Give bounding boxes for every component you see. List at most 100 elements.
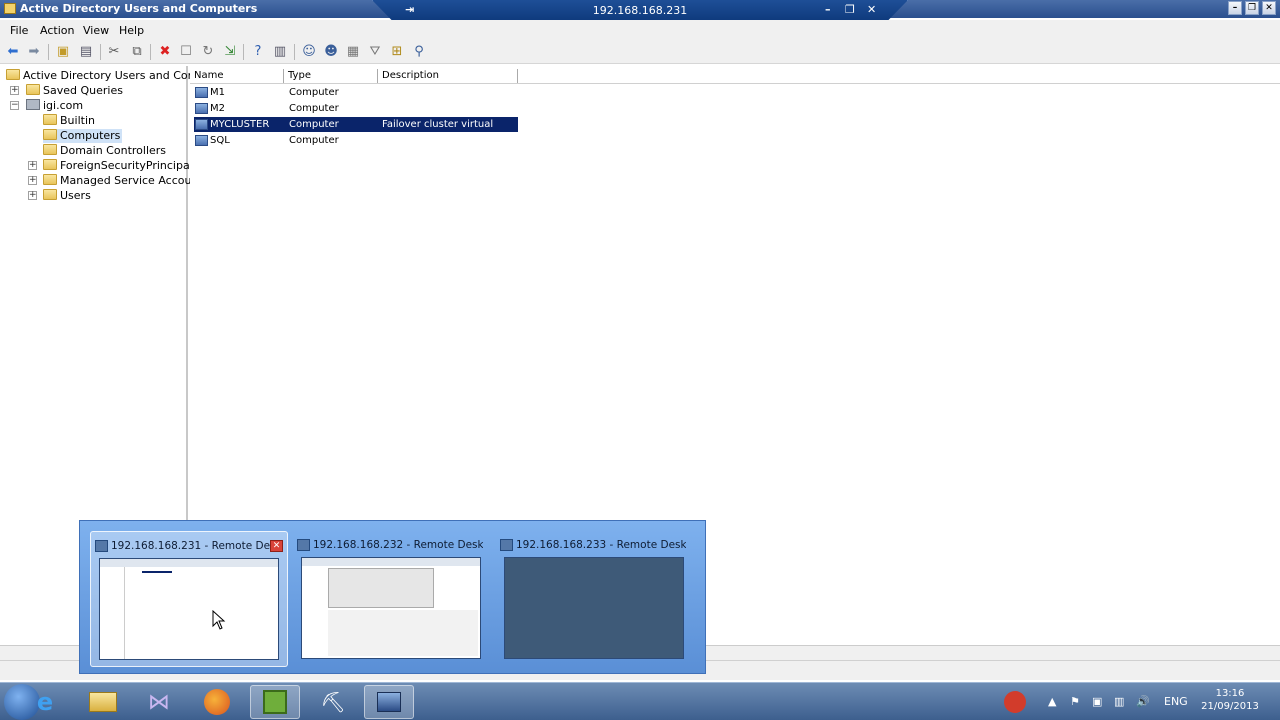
- find-icon[interactable]: ⚲: [411, 44, 427, 60]
- tree-item-domain[interactable]: igi.com: [26, 99, 83, 113]
- folder-icon: [43, 114, 57, 125]
- cell-type: Computer: [289, 103, 339, 114]
- new-user-icon[interactable]: ☺: [301, 44, 317, 60]
- firefox-icon[interactable]: [192, 685, 242, 719]
- expand-icon[interactable]: +: [28, 176, 37, 185]
- visual-studio-icon[interactable]: ⋈: [134, 685, 184, 719]
- table-row-selected[interactable]: MYCLUSTER Computer Failover cluster virt…: [194, 117, 518, 145]
- menu-file[interactable]: File: [10, 24, 28, 37]
- remote-desktop-icon: [95, 540, 108, 552]
- tree-item-users[interactable]: Users: [43, 189, 91, 203]
- table-row[interactable]: SQL Computer: [194, 133, 518, 148]
- new-group-icon[interactable]: ☻: [323, 44, 339, 60]
- computer-icon: [195, 135, 208, 146]
- thumbnail-preview: [99, 558, 279, 660]
- folder-icon: [43, 144, 57, 155]
- internet-explorer-icon[interactable]: e: [20, 685, 70, 719]
- mouse-cursor-icon: [212, 610, 226, 630]
- tree-item-managed-service-accounts[interactable]: Managed Service Accounts: [43, 174, 208, 188]
- up-folder-icon[interactable]: ▣: [55, 44, 71, 60]
- add-to-group-icon[interactable]: ⊞: [389, 44, 405, 60]
- tree-item-saved-queries[interactable]: Saved Queries: [26, 84, 123, 98]
- action-center-flag-icon[interactable]: [990, 685, 1040, 719]
- properties-icon[interactable]: ☐: [178, 44, 194, 60]
- rdp-close-icon[interactable]: ✕: [867, 3, 876, 16]
- window-title: Active Directory Users and Computers: [20, 2, 258, 15]
- network-tray-icon[interactable]: ▣: [1092, 695, 1102, 708]
- minimize-icon[interactable]: –: [1228, 1, 1242, 15]
- tray-clock[interactable]: 13:16 21/09/2013: [1200, 687, 1260, 713]
- cell-name: SQL: [210, 135, 230, 146]
- server-tray-icon[interactable]: ▥: [1114, 695, 1124, 708]
- rdp-restore-icon[interactable]: ❐: [845, 3, 855, 16]
- tree-item-label: Domain Controllers: [60, 144, 167, 157]
- ad-app-icon: [4, 3, 16, 14]
- toolbar-separator: [100, 44, 101, 60]
- table-row[interactable]: M1 Computer: [194, 85, 518, 100]
- volume-icon[interactable]: 🔊: [1136, 695, 1150, 708]
- toolbar: ⬅ ➡ ▣ ▤ ✂ ⧉ ✖ ☐ ↻ ⇲ ? ▥ ☺ ☻ ▦ ⛛ ⊞ ⚲: [0, 40, 1280, 64]
- back-icon[interactable]: ⬅: [5, 44, 21, 60]
- toolbar-separator: [243, 44, 244, 60]
- menu-action[interactable]: Action: [40, 24, 74, 37]
- delete-icon[interactable]: ✖: [157, 44, 173, 60]
- expand-icon[interactable]: +: [10, 86, 19, 95]
- expand-icon[interactable]: +: [28, 191, 37, 200]
- computer-icon: [195, 103, 208, 114]
- thumbnail-title: 192.168.168.233 - Remote Deskt...: [516, 539, 686, 551]
- folder-icon: [43, 174, 57, 185]
- copy-icon[interactable]: ⧉: [129, 44, 145, 60]
- remote-desktop-icon[interactable]: [364, 685, 414, 719]
- cut-icon[interactable]: ✂: [106, 44, 122, 60]
- tree-item-computers[interactable]: Computers: [43, 129, 123, 143]
- tree-item-domain-controllers[interactable]: Domain Controllers: [43, 144, 166, 158]
- show-action-pane-icon[interactable]: ▥: [272, 44, 288, 60]
- rdp-minimize-icon[interactable]: –: [825, 3, 831, 16]
- taskbar-thumbnail-popup: 192.168.168.231 - Remote De... ✕ 192.168…: [79, 520, 706, 674]
- refresh-icon[interactable]: ↻: [200, 44, 216, 60]
- vsphere-client-icon[interactable]: [250, 685, 300, 719]
- preview-titlebar: [302, 558, 480, 566]
- cell-name: M2: [210, 103, 225, 114]
- thumbnail-rdp-233[interactable]: 192.168.168.233 - Remote Deskt...: [496, 531, 694, 667]
- tool-app-icon[interactable]: ⛏: [308, 685, 358, 719]
- preview-divider: [124, 567, 125, 659]
- help-icon[interactable]: ?: [250, 44, 266, 60]
- rdp-connection-bar: ⇥ 192.168.168.231 – ❐ ✕: [372, 0, 908, 22]
- flag-tray-icon[interactable]: ⚑: [1070, 695, 1080, 708]
- menu-view[interactable]: View: [83, 24, 109, 37]
- clock-date: 21/09/2013: [1201, 701, 1259, 712]
- table-row[interactable]: M2 Computer: [194, 101, 518, 116]
- close-icon[interactable]: ✕: [1262, 1, 1276, 15]
- new-ou-icon[interactable]: ▦: [345, 44, 361, 60]
- filter-icon[interactable]: ⛛: [367, 44, 383, 60]
- folder-icon: [43, 129, 57, 140]
- column-header-name[interactable]: Name: [190, 69, 284, 83]
- forward-icon[interactable]: ➡: [26, 44, 42, 60]
- file-explorer-icon[interactable]: [78, 685, 128, 719]
- remote-desktop-icon: [500, 539, 513, 551]
- collapse-icon[interactable]: −: [10, 101, 19, 110]
- tree-root[interactable]: Active Directory Users and Comput: [6, 69, 217, 83]
- tree-item-builtin[interactable]: Builtin: [43, 114, 95, 128]
- thumbnail-title: 192.168.168.231 - Remote De...: [111, 540, 276, 552]
- menu-help[interactable]: Help: [119, 24, 144, 37]
- folder-icon: [43, 159, 57, 170]
- expand-icon[interactable]: +: [28, 161, 37, 170]
- tree-item-label: Computers: [60, 129, 121, 142]
- folder-icon: [6, 69, 20, 80]
- restore-icon[interactable]: ❐: [1245, 1, 1259, 15]
- language-indicator[interactable]: ENG: [1164, 695, 1188, 708]
- thumbnail-rdp-232[interactable]: 192.168.168.232 - Remote Deskt...: [293, 531, 491, 667]
- column-header-type[interactable]: Type: [284, 69, 378, 83]
- thumbnail-rdp-231[interactable]: 192.168.168.231 - Remote De... ✕: [90, 531, 288, 667]
- tree-item-label: Builtin: [60, 114, 95, 127]
- show-tree-icon[interactable]: ▤: [78, 44, 94, 60]
- close-icon[interactable]: ✕: [270, 540, 283, 552]
- cell-type: Computer: [289, 135, 339, 146]
- tree-item-foreign-security-principals[interactable]: ForeignSecurityPrincipals: [43, 159, 199, 173]
- cell-type: Computer: [289, 119, 339, 130]
- export-list-icon[interactable]: ⇲: [222, 44, 238, 60]
- column-header-description[interactable]: Description: [378, 69, 518, 83]
- show-hidden-icons-icon[interactable]: ▲: [1048, 695, 1056, 708]
